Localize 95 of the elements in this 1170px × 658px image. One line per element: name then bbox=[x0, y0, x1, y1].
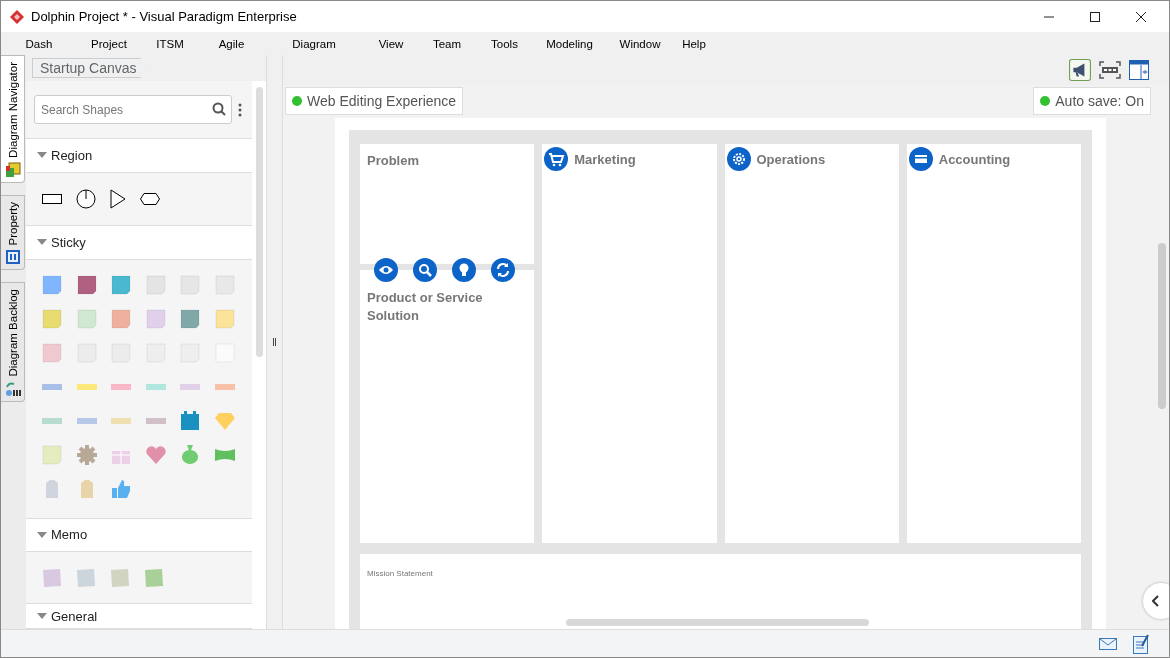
lightbulb-icon[interactable] bbox=[452, 258, 476, 282]
memo-note-icon[interactable] bbox=[144, 567, 164, 588]
block-title: Marketing bbox=[574, 151, 636, 167]
folders-icon bbox=[4, 161, 21, 178]
tape-icon[interactable] bbox=[111, 417, 132, 424]
side-tab[interactable]: Diagram Navigator bbox=[1, 55, 25, 183]
menu-item[interactable]: Project bbox=[77, 37, 141, 50]
collapse-caret-icon[interactable] bbox=[37, 239, 47, 246]
collapse-caret-icon[interactable] bbox=[37, 152, 47, 159]
block-title: Mission Statement bbox=[367, 569, 433, 578]
tape-icon[interactable] bbox=[111, 383, 132, 390]
refresh-icon[interactable] bbox=[491, 258, 515, 282]
section-title[interactable]: General bbox=[51, 608, 98, 624]
canvas-block[interactable]: Product or Service Solution bbox=[360, 270, 535, 543]
section-title[interactable]: Region bbox=[51, 147, 93, 163]
collapse-panel-button[interactable] bbox=[1143, 583, 1169, 619]
section-title[interactable]: Sticky bbox=[51, 234, 86, 250]
canvas-block[interactable]: Accounting bbox=[906, 144, 1081, 543]
menu-item[interactable]: Team bbox=[418, 37, 476, 50]
block-title: Problem bbox=[367, 153, 419, 168]
tape-icon[interactable] bbox=[214, 383, 235, 390]
fit-frame-icon[interactable] bbox=[1099, 61, 1121, 79]
canvas-block[interactable]: Mission Statement bbox=[360, 554, 1081, 629]
search-icon[interactable] bbox=[413, 258, 437, 282]
rectangle-shape-icon[interactable] bbox=[42, 193, 62, 204]
tape-icon[interactable] bbox=[180, 383, 201, 390]
note-edit-icon[interactable] bbox=[1133, 633, 1149, 654]
scrollbar-thumb[interactable] bbox=[1158, 243, 1166, 409]
more-options-icon[interactable] bbox=[238, 102, 242, 117]
menu-item[interactable]: Diagram bbox=[264, 37, 364, 50]
heart-icon[interactable] bbox=[145, 445, 166, 464]
chevron-left-icon[interactable] bbox=[1152, 595, 1160, 607]
diamond-icon[interactable] bbox=[214, 411, 235, 430]
cart-icon bbox=[544, 147, 569, 171]
scrollbar-thumb[interactable] bbox=[255, 87, 263, 357]
block-title: Product or Service Solution bbox=[367, 290, 483, 323]
tape-icon[interactable] bbox=[76, 383, 97, 390]
eye-icon[interactable] bbox=[374, 258, 398, 282]
side-tab[interactable]: Property bbox=[1, 194, 25, 271]
banner-icon[interactable] bbox=[214, 447, 235, 462]
mail-icon[interactable] bbox=[1099, 637, 1117, 650]
menu-item[interactable]: ITSM bbox=[141, 37, 199, 50]
tape-icon[interactable] bbox=[42, 417, 63, 424]
section-title[interactable]: Memo bbox=[51, 527, 88, 543]
memo-note-icon[interactable] bbox=[42, 567, 62, 588]
credit-card-icon bbox=[908, 147, 933, 171]
sticky-note-icon[interactable] bbox=[76, 274, 97, 295]
tape-icon[interactable] bbox=[76, 417, 97, 424]
side-tab[interactable]: Diagram Backlog bbox=[1, 282, 25, 402]
triangle-shape-icon[interactable] bbox=[110, 188, 126, 209]
collapse-caret-icon[interactable] bbox=[37, 531, 47, 538]
hexagon-shape-icon[interactable] bbox=[140, 192, 160, 205]
menu-item[interactable]: Agile bbox=[199, 37, 264, 50]
app-logo-icon bbox=[9, 8, 25, 25]
menu-item[interactable]: Help bbox=[674, 37, 714, 50]
menu-item[interactable]: View bbox=[364, 37, 418, 50]
canvas-block[interactable]: Marketing bbox=[542, 144, 717, 543]
web-editing-button[interactable]: Web Editing Experience bbox=[285, 87, 464, 115]
breadcrumb[interactable]: Startup Canvas bbox=[32, 58, 150, 78]
search-field[interactable]: Search Shapes bbox=[34, 95, 232, 125]
sticky-note-icon[interactable] bbox=[42, 274, 63, 295]
menu-item[interactable]: Window bbox=[606, 37, 674, 50]
megaphone-icon[interactable] bbox=[1069, 59, 1091, 81]
splitter-handle-icon[interactable] bbox=[273, 338, 276, 346]
calendar-icon[interactable] bbox=[180, 410, 201, 431]
close-icon[interactable] bbox=[1135, 10, 1147, 23]
sticky-note-icon[interactable] bbox=[111, 308, 132, 329]
search-icon[interactable] bbox=[212, 102, 226, 117]
maximize-icon[interactable] bbox=[1089, 10, 1101, 23]
gear-icon[interactable] bbox=[76, 444, 97, 465]
memo-note-icon[interactable] bbox=[110, 567, 130, 588]
thumbs-up-icon[interactable] bbox=[111, 478, 132, 499]
menu-item[interactable]: Tools bbox=[476, 37, 533, 50]
auto-save-button[interactable]: Auto save: On bbox=[1033, 87, 1151, 115]
scrollbar-thumb[interactable] bbox=[566, 619, 869, 626]
properties-icon bbox=[4, 249, 21, 266]
sack-icon[interactable] bbox=[181, 444, 200, 465]
canvas-block[interactable]: Operations bbox=[724, 144, 899, 543]
sticky-note-icon[interactable] bbox=[180, 308, 201, 329]
menu-item[interactable]: Dash bbox=[1, 37, 77, 50]
block-title: Accounting bbox=[938, 151, 1011, 167]
collapse-caret-icon[interactable] bbox=[37, 613, 47, 620]
canvas-block[interactable]: Problem bbox=[360, 144, 535, 264]
sticky-note-icon[interactable] bbox=[111, 274, 132, 295]
circle-shape-icon[interactable] bbox=[76, 188, 96, 209]
menu-item[interactable]: Modeling bbox=[533, 37, 606, 50]
layout-panel-icon[interactable] bbox=[1129, 60, 1149, 80]
memo-note-icon[interactable] bbox=[76, 567, 96, 588]
block-title: Operations bbox=[756, 151, 826, 167]
gear-icon bbox=[726, 147, 751, 171]
backlog-icon bbox=[4, 380, 21, 397]
window-title: Dolphin Project * - Visual Paradigm Enterprise bbox=[31, 9, 297, 24]
tape-icon[interactable] bbox=[145, 417, 166, 424]
tape-icon[interactable] bbox=[42, 383, 63, 390]
tape-icon[interactable] bbox=[145, 383, 166, 390]
